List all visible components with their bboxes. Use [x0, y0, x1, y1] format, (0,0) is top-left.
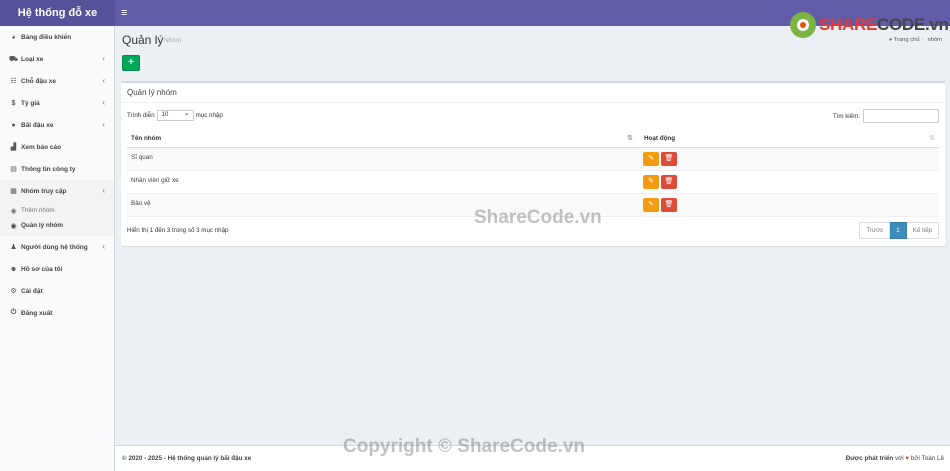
table-info: Hiển thị 1 đến 3 trong số 3 mục nhập — [127, 227, 229, 234]
pagination-page-1[interactable]: 1 — [890, 222, 907, 239]
group-name-cell: Sĩ quan — [131, 154, 153, 161]
sidebar-item-company-info[interactable]: ▤ Thông tin công ty — [0, 158, 114, 180]
parking-icon: ● — [11, 121, 16, 129]
watermark-bottom: Copyright © ShareCode.vn — [343, 436, 586, 457]
sidebar-item-system-users[interactable]: ♟ Người dùng hệ thống ‹ — [0, 236, 114, 258]
heart-icon: ♥ — [905, 455, 910, 462]
sidebar-item-settings[interactable]: ⚙ Cài đặt — [0, 280, 114, 302]
edit-button[interactable]: ✎ — [643, 175, 659, 189]
gears-icon: ⚙ — [10, 288, 17, 295]
table-search: Tìm kiếm: — [833, 109, 939, 123]
chevron-down-icon: ‹ — [102, 186, 105, 195]
edit-button[interactable]: ✎ — [643, 152, 659, 166]
sidebar-item-access-groups[interactable]: ▦ Nhóm truy cập ‹ — [0, 180, 114, 202]
entries-length-control: Trình diễn 10 mục nhập — [127, 109, 223, 121]
delete-button[interactable]: 🗑 — [661, 152, 677, 166]
delete-button[interactable]: 🗑 — [661, 175, 677, 189]
sort-asc-icon[interactable]: ⇅ — [627, 134, 633, 142]
chevron-left-icon: ‹ — [102, 120, 105, 129]
trash-icon: 🗑 — [664, 178, 674, 185]
chevron-left-icon: ‹ — [102, 98, 105, 107]
add-group-button[interactable]: + — [122, 55, 140, 71]
trash-icon: 🗑 — [664, 201, 674, 208]
user-circle-icon: ☻ — [9, 265, 18, 273]
bars-icon[interactable]: ≡ — [121, 6, 127, 20]
sidebar-subitem-manage-groups[interactable]: ◉ Quản lý nhóm — [0, 218, 114, 233]
building-icon: ▤ — [10, 166, 17, 173]
chart-icon: ▟ — [10, 144, 17, 151]
sidebar-item-my-profile[interactable]: ☻ Hồ sơ của tôi — [0, 258, 114, 280]
sidebar-subitem-add-group[interactable]: ◉ Thêm nhóm — [0, 203, 114, 218]
groups-table: Tên nhóm ⇅ Hoạt động ⇅ Sĩ quan ✎ 🗑 Nhân … — [127, 130, 939, 217]
pagination-next[interactable]: Kế tiếp — [906, 222, 939, 239]
sidebar-item-parking-lots[interactable]: ● Bãi đậu xe ‹ — [0, 114, 114, 136]
sidebar-item-parking-slots[interactable]: ☷ Chỗ đậu xe ‹ — [0, 70, 114, 92]
breadcrumb-home[interactable]: Trang chủ — [894, 37, 920, 43]
sidebar-item-rates[interactable]: $ Tỷ giá ‹ — [0, 92, 114, 114]
chevron-left-icon: ‹ — [102, 76, 105, 85]
sidebar-item-dashboard[interactable]: ◕ Bảng điều khiển — [0, 26, 114, 48]
table-row: Sĩ quan ✎ 🗑 — [127, 148, 939, 171]
column-header-actions[interactable]: Hoạt động — [644, 135, 675, 142]
edit-icon: ✎ — [648, 178, 654, 185]
circle-icon: ◉ — [10, 222, 17, 230]
breadcrumb-current: nhóm — [927, 37, 942, 43]
page-title: Quản lý — [122, 33, 164, 47]
car-icon: ⛟ — [9, 55, 18, 63]
footer-credit: Được phát triển với ♥ bởi Toàn Lê — [845, 455, 944, 462]
power-icon: ⏻ — [10, 309, 17, 316]
dollar-icon: $ — [11, 99, 16, 107]
dashboard-icon: ◕ — [11, 33, 16, 41]
list-icon: ☷ — [10, 78, 17, 85]
breadcrumb: ◕ Trang chủ › nhóm — [888, 37, 942, 43]
column-header-group-name[interactable]: Tên nhóm — [131, 135, 161, 142]
content-header: Quản lý Nhóm ◕ Trang chủ › nhóm — [122, 32, 942, 52]
pagination: Trước 1 Kế tiếp — [859, 222, 939, 239]
footer-copyright: © 2020 - 2025 - Hệ thống quản lý bãi đậu… — [122, 455, 252, 462]
sidebar-item-reports[interactable]: ▟ Xem báo cáo — [0, 136, 114, 158]
edit-icon: ✎ — [648, 155, 654, 162]
sort-icon[interactable]: ⇅ — [929, 134, 935, 142]
sidebar-item-logout[interactable]: ⏻ Đăng xuất — [0, 302, 114, 324]
table-header: Tên nhóm ⇅ Hoạt động ⇅ — [127, 130, 939, 148]
chevron-left-icon: ‹ — [102, 54, 105, 63]
dashboard-icon: ◕ — [888, 37, 893, 43]
sidebar: ◕ Bảng điều khiển ⛟ Loại xe ‹ ☷ Chỗ đậu xe ‹ … — [0, 26, 115, 471]
table-row: Nhân viên giữ xe ✎ 🗑 — [127, 171, 939, 194]
user-icon: ♟ — [10, 244, 17, 251]
trash-icon: 🗑 — [664, 155, 674, 162]
app-brand[interactable]: Hệ thống đỗ xe — [0, 0, 115, 26]
access-groups-submenu: ◉ Thêm nhóm ◉ Quản lý nhóm — [0, 202, 114, 236]
delete-button[interactable]: 🗑 — [661, 198, 677, 212]
pagination-prev[interactable]: Trước — [859, 222, 891, 239]
group-name-cell: Nhân viên giữ xe — [131, 177, 179, 184]
watermark-center: ShareCode.vn — [474, 207, 602, 228]
edit-button[interactable]: ✎ — [643, 198, 659, 212]
entries-length-select[interactable]: 10 — [156, 109, 194, 121]
edit-icon: ✎ — [648, 201, 654, 208]
group-name-cell: Bảo vệ — [131, 200, 151, 207]
circle-icon: ◉ — [10, 207, 17, 215]
box-title: Quản lý nhóm — [127, 88, 177, 97]
search-input[interactable] — [863, 109, 939, 123]
chevron-left-icon: ‹ — [102, 242, 105, 251]
grid-icon: ▦ — [10, 188, 17, 195]
page-subtitle: Nhóm — [164, 37, 182, 44]
sidebar-item-vehicle-types[interactable]: ⛟ Loại xe ‹ — [0, 48, 114, 70]
